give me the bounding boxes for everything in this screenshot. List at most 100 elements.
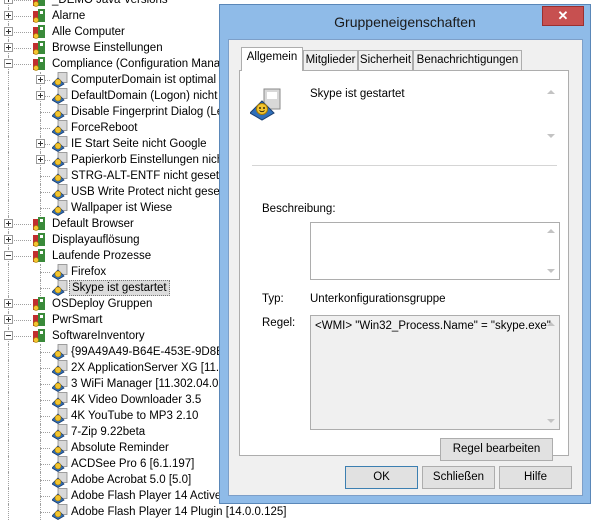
group-icon xyxy=(51,88,68,104)
edit-rule-button[interactable]: Regel bearbeiten xyxy=(440,438,553,461)
group-icon xyxy=(51,200,68,216)
expand-icon[interactable] xyxy=(4,27,13,36)
tree-connector xyxy=(40,504,41,520)
tree-connector xyxy=(40,288,50,289)
group-icon xyxy=(51,360,68,376)
tree-connector xyxy=(8,104,9,120)
close-icon: ✕ xyxy=(557,8,569,23)
tab-label: Benachrichtigungen xyxy=(416,54,519,66)
close-window-button[interactable]: ✕ xyxy=(542,6,584,26)
expand-icon[interactable] xyxy=(4,299,13,308)
group-icon xyxy=(51,472,68,488)
tree-item[interactable]: Adobe Flash Player 14 Plugin [14.0.0.125… xyxy=(0,504,596,520)
tree-connector xyxy=(40,448,50,449)
rule-field[interactable]: <WMI> "Win32_Process.Name" = "skype.exe" xyxy=(310,315,560,430)
expand-icon[interactable] xyxy=(4,315,13,324)
tree-connector xyxy=(40,392,41,408)
tree-item-label: SoftwareInventory xyxy=(52,330,145,342)
description-field[interactable] xyxy=(310,222,560,280)
dialog-titlebar[interactable]: Gruppeneigenschaften ✕ xyxy=(220,5,590,39)
tree-item-label: {99A49A49-B64E-453E-9D8E-3 xyxy=(71,346,235,358)
group-icon xyxy=(51,376,68,392)
group-icon xyxy=(51,408,68,424)
tree-connector xyxy=(40,112,50,113)
tree-connector xyxy=(40,384,50,385)
group-folder-icon xyxy=(32,232,48,248)
group-icon xyxy=(51,136,68,152)
tree-item-label: 7-Zip 9.22beta xyxy=(71,426,146,438)
tree-connector xyxy=(40,400,50,401)
tree-connector xyxy=(40,512,50,513)
name-scrollbar[interactable] xyxy=(543,84,559,144)
collapse-icon[interactable] xyxy=(4,331,13,340)
rule-scrollbar[interactable] xyxy=(543,316,559,429)
expand-icon[interactable] xyxy=(36,91,45,100)
type-label: Typ: xyxy=(262,293,284,305)
help-button[interactable]: Hilfe xyxy=(499,466,572,489)
tree-connector xyxy=(40,376,41,392)
tree-item-label: 4K Video Downloader 3.5 xyxy=(71,394,202,406)
tree-connector xyxy=(8,360,9,376)
collapse-icon[interactable] xyxy=(4,59,13,68)
tree-connector xyxy=(40,488,41,504)
tree-connector xyxy=(8,168,9,184)
tree-connector xyxy=(40,264,41,280)
tree-item-label: Adobe Flash Player 14 Plugin [14.0.0.125… xyxy=(71,506,287,518)
tree-item-label: Absolute Reminder xyxy=(71,442,169,454)
tab-label: Sicherheit xyxy=(359,54,412,66)
group-folder-icon xyxy=(32,328,48,344)
tree-connector xyxy=(8,264,9,280)
tree-connector xyxy=(8,392,9,408)
scroll-up-icon xyxy=(547,229,555,233)
tab-mitglieder[interactable]: Mitglieder xyxy=(303,50,358,70)
expand-icon[interactable] xyxy=(36,139,45,148)
rule-text: <WMI> "Win32_Process.Name" = "skype.exe" xyxy=(315,320,551,332)
ok-button[interactable]: OK xyxy=(345,466,418,489)
tree-connector xyxy=(40,208,50,209)
close-button[interactable]: Schließen xyxy=(422,466,495,489)
tree-connector xyxy=(40,408,41,424)
tree-connector xyxy=(8,488,9,504)
tree-item-label: IE Start Seite nicht Google xyxy=(71,138,207,150)
group-icon xyxy=(51,504,68,520)
scroll-down-icon xyxy=(547,269,555,273)
collapse-icon[interactable] xyxy=(4,251,13,260)
tree-connector xyxy=(8,456,9,472)
tree-connector xyxy=(40,128,50,129)
group-folder-icon xyxy=(32,40,48,56)
tree-item-label: ACDSee Pro 6 [6.1.197] xyxy=(71,458,195,470)
group-icon xyxy=(51,280,68,296)
group-properties-dialog: Gruppeneigenschaften ✕ Allgemein Mitglie… xyxy=(219,4,591,504)
expand-icon[interactable] xyxy=(4,219,13,228)
expand-icon[interactable] xyxy=(36,155,45,164)
tree-item-label: PwrSmart xyxy=(52,314,103,326)
tab-panel-allgemein: Skype ist gestartet Beschreibung: Typ: U… xyxy=(239,70,569,461)
tree-connector xyxy=(8,440,9,456)
tab-benachrichtigungen[interactable]: Benachrichtigungen xyxy=(413,50,522,70)
tree-item-label: STRG-ALT-ENTF nicht gesetzt xyxy=(71,170,228,182)
tree-item-label: Alarne xyxy=(52,10,86,22)
tree-connector xyxy=(8,504,9,520)
group-icon xyxy=(51,488,68,504)
expand-icon[interactable] xyxy=(4,11,13,20)
expand-icon[interactable] xyxy=(36,75,45,84)
group-name-text: Skype ist gestartet xyxy=(310,88,405,100)
tree-connector xyxy=(40,432,50,433)
tree-connector xyxy=(40,456,41,472)
expand-icon[interactable] xyxy=(4,0,13,4)
description-scrollbar[interactable] xyxy=(543,223,559,279)
tree-item-label: Alle Computer xyxy=(52,26,125,38)
tree-connector xyxy=(8,152,9,168)
tree-connector xyxy=(40,352,50,353)
tab-sicherheit[interactable]: Sicherheit xyxy=(358,50,413,70)
expand-icon[interactable] xyxy=(4,43,13,52)
tree-connector xyxy=(8,344,9,360)
expand-icon[interactable] xyxy=(4,235,13,244)
scroll-up-icon xyxy=(547,90,555,94)
dialog-client: Allgemein Mitglieder Sicherheit Benachri… xyxy=(228,39,583,496)
tab-allgemein[interactable]: Allgemein xyxy=(241,47,303,71)
group-icon xyxy=(51,120,68,136)
group-folder-icon xyxy=(32,8,48,24)
tab-label: Allgemein xyxy=(246,51,298,63)
group-name-field[interactable]: Skype ist gestartet xyxy=(300,83,560,145)
